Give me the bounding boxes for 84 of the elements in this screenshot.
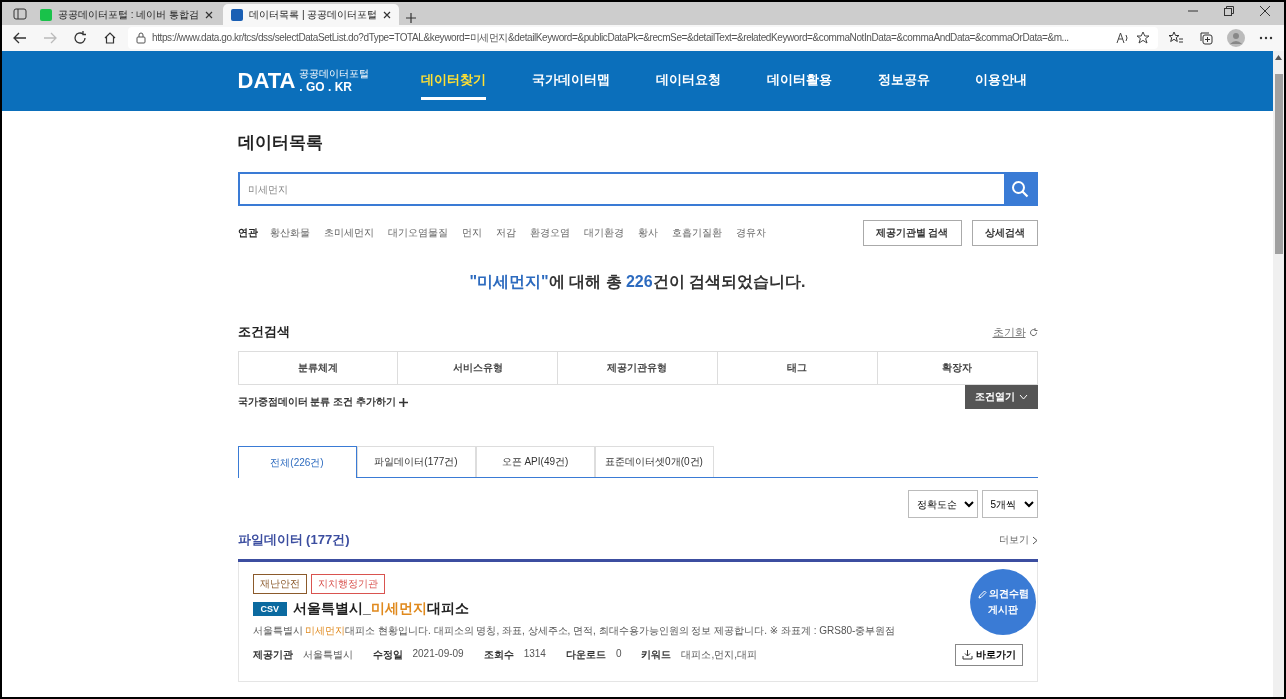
filter-category[interactable]: 분류체계	[238, 352, 398, 384]
dataset-description: 서울특별시 미세먼지대피소 현황입니다. 대피소의 명칭, 좌표, 상세주소, 면적, 최대수용가능인원의 정보 제공합니다. ※ 좌표계 : GRS80-중부원점	[252, 624, 897, 638]
related-keyword[interactable]: 먼지	[461, 226, 482, 240]
result-tab[interactable]: 표준데이터셋0개(0건)	[594, 446, 714, 477]
lock-icon	[136, 32, 146, 44]
nav-link[interactable]: 국가데이터맵	[532, 62, 611, 100]
go-button[interactable]: 바로가기	[954, 644, 1023, 666]
close-icon[interactable]	[383, 10, 392, 19]
result-tab[interactable]: 오픈 API(49건)	[475, 446, 595, 477]
section-heading: 파일데이터 (177건)	[237, 531, 350, 549]
meta-label: 제공기관	[252, 648, 293, 662]
scroll-up-icon[interactable]	[1275, 55, 1282, 60]
related-keyword[interactable]: 황산화물	[269, 226, 310, 240]
address-bar[interactable]: https://www.data.go.kr/tcs/dss/selectDataSetList.do?dType=TOTAL&keyword=미세먼지&detailKeyword=&publicDataPk=&recmSe=&detailText=&relatedKeyword=&commaNotInData=&commaAndData=&commaOrData=&m...	[128, 27, 1158, 49]
logo-domain: . GO . KR	[299, 79, 353, 95]
result-tab[interactable]: 전체(226건)	[237, 446, 357, 478]
logo-text[interactable]: DATA	[237, 68, 296, 94]
filter-category[interactable]: 서비스유형	[397, 352, 558, 384]
result-summary: "미세먼지"에 대해 총 226건이 검색되었습니다.	[468, 272, 807, 292]
meta-value: 0	[615, 648, 622, 661]
restore-icon[interactable]	[1224, 6, 1234, 16]
close-icon[interactable]	[205, 10, 214, 19]
search-option-button[interactable]: 상세검색	[971, 220, 1038, 246]
reset-link[interactable]: 초기화	[992, 324, 1038, 340]
feedback-button[interactable]: 의견수렴 게시판	[970, 569, 1036, 635]
meta-value: 1314	[523, 648, 546, 661]
related-keyword[interactable]: 환경오염	[529, 226, 570, 240]
meta-value: 대피소,먼지,대피	[681, 648, 758, 662]
close-icon[interactable]	[1260, 6, 1270, 16]
favorite-star-icon[interactable]	[1136, 31, 1150, 45]
category-tag: 지치행정기관	[310, 574, 385, 594]
chevron-down-icon	[1018, 394, 1028, 400]
meta-label: 수정일	[372, 648, 403, 662]
meta-label: 조회수	[483, 648, 514, 662]
related-keyword[interactable]: 대기오염물질	[387, 226, 448, 240]
sort-dropdown[interactable]: 정확도순	[907, 490, 978, 518]
search-icon	[1010, 180, 1029, 198]
scrollbar[interactable]	[1273, 51, 1284, 697]
search-button[interactable]	[1003, 174, 1036, 204]
nav-link[interactable]: 데이터요청	[656, 62, 721, 100]
related-keyword[interactable]: 경유차	[735, 226, 766, 240]
pencil-icon	[977, 589, 987, 599]
nav-link[interactable]: 이용안내	[975, 62, 1028, 100]
related-keyword[interactable]: 대기환경	[583, 226, 624, 240]
section-heading: 조건검색	[237, 323, 290, 341]
meta-value: 2021-09-09	[412, 648, 464, 661]
browser-tab[interactable]: 데이터목록 | 공공데이터포털	[223, 4, 400, 25]
related-keyword[interactable]: 저감	[495, 226, 516, 240]
refresh-icon	[1028, 327, 1038, 337]
more-link[interactable]: 더보기	[998, 533, 1038, 547]
add-condition-link[interactable]: 국가중점데이터 분류 조건 추가하기	[237, 395, 408, 409]
open-conditions-button[interactable]: 조건열기	[964, 385, 1038, 409]
category-tag: 재난안전	[252, 574, 307, 594]
scrollbar-thumb[interactable]	[1274, 74, 1283, 254]
meta-label: 키워드	[641, 648, 672, 662]
new-tab-icon[interactable]	[405, 12, 418, 24]
nav-link[interactable]: 데이터찾기	[421, 62, 487, 100]
site-icon	[40, 8, 52, 21]
nav-link[interactable]: 정보공유	[877, 62, 930, 100]
logo-subtitle: 공공데이터포털	[299, 67, 370, 80]
profile-avatar[interactable]	[1224, 27, 1248, 49]
nav-link[interactable]: 데이터활용	[766, 62, 832, 100]
plus-icon	[398, 397, 408, 407]
search-option-button[interactable]: 제공기관별 검색	[862, 220, 962, 246]
filter-category[interactable]: 확장자	[876, 352, 1037, 384]
meta-value: 서울특별시	[302, 648, 353, 662]
dataset-title[interactable]: 서울특별시_미세먼지대피소	[293, 600, 469, 618]
chevron-right-icon	[1031, 535, 1038, 545]
filter-category[interactable]: 제공기관유형	[557, 352, 717, 384]
result-tab[interactable]: 파일데이터(177건)	[356, 446, 476, 477]
filter-category[interactable]: 태그	[716, 352, 877, 384]
related-keyword[interactable]: 초미세먼지	[323, 226, 374, 240]
search-field[interactable]: 미세먼지	[237, 172, 1038, 206]
format-badge: CSV	[252, 602, 287, 616]
related-label: 연관	[237, 226, 258, 240]
page-title: 데이터목록	[237, 132, 324, 154]
site-icon	[231, 8, 244, 21]
meta-label: 다운로드	[565, 648, 606, 662]
download-icon	[961, 650, 973, 660]
browser-tab[interactable]: 공공데이터포털 : 네이버 통합검	[32, 4, 222, 25]
related-keyword[interactable]: 황사	[637, 226, 658, 240]
read-aloud-icon[interactable]	[1116, 32, 1130, 44]
related-keyword[interactable]: 호흡기질환	[671, 226, 722, 240]
sort-dropdown[interactable]: 5개씩	[981, 490, 1038, 518]
